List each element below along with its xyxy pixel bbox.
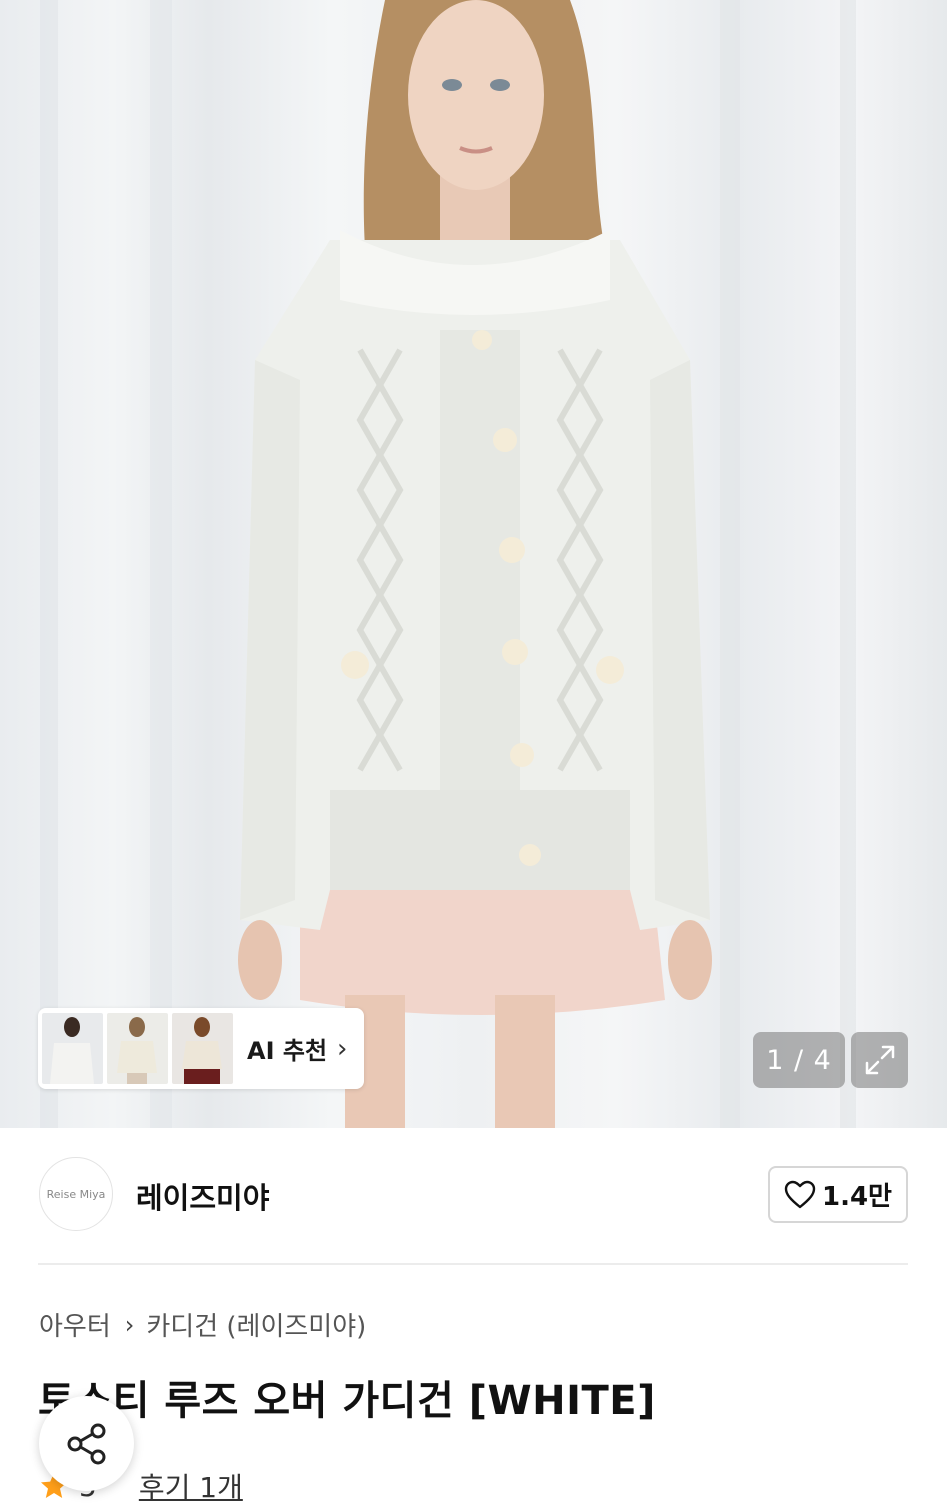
breadcrumb: 아우터 › 카디건 (레이즈미야) [39,1306,366,1343]
brand-logo[interactable]: Reise Miya [39,1157,113,1231]
chevron-right-icon: › [124,1310,135,1339]
chevron-right-icon: › [337,1033,348,1064]
share-icon [67,1423,105,1464]
image-counter-text: 1 / 4 [766,1044,832,1076]
recommend-thumbnail[interactable] [42,1013,103,1084]
divider [38,1263,908,1265]
product-photo [40,0,856,1128]
brand-name[interactable]: 레이즈미야 [136,1175,269,1217]
image-counter: 1 / 4 [753,1032,845,1088]
recommend-thumbnail[interactable] [107,1013,168,1084]
breadcrumb-item-outer[interactable]: 아우터 [39,1306,111,1343]
breadcrumb-item-cardigan[interactable]: 카디건 (레이즈미야) [146,1306,366,1343]
ai-recommend-label[interactable]: AI 추천 › [247,1031,347,1066]
ai-recommend-strip[interactable]: AI 추천 › [38,1008,364,1089]
review-link[interactable]: 후기 1개 [139,1466,243,1506]
expand-image-button[interactable] [851,1032,908,1088]
like-count: 1.4만 [822,1182,892,1212]
expand-icon [865,1045,894,1075]
like-button[interactable]: 1.4만 [768,1166,908,1223]
share-button[interactable] [39,1396,134,1491]
brand-logo-text: Reise Miya [46,1187,106,1201]
product-main-image[interactable]: AI 추천 › 1 / 4 [0,0,947,1128]
heart-icon [784,1180,816,1208]
recommend-thumbnail[interactable] [172,1013,233,1084]
product-title: 토스티 루즈 오버 가디건 [WHITE] [38,1378,656,1424]
ai-recommend-text: AI 추천 [247,1037,328,1065]
